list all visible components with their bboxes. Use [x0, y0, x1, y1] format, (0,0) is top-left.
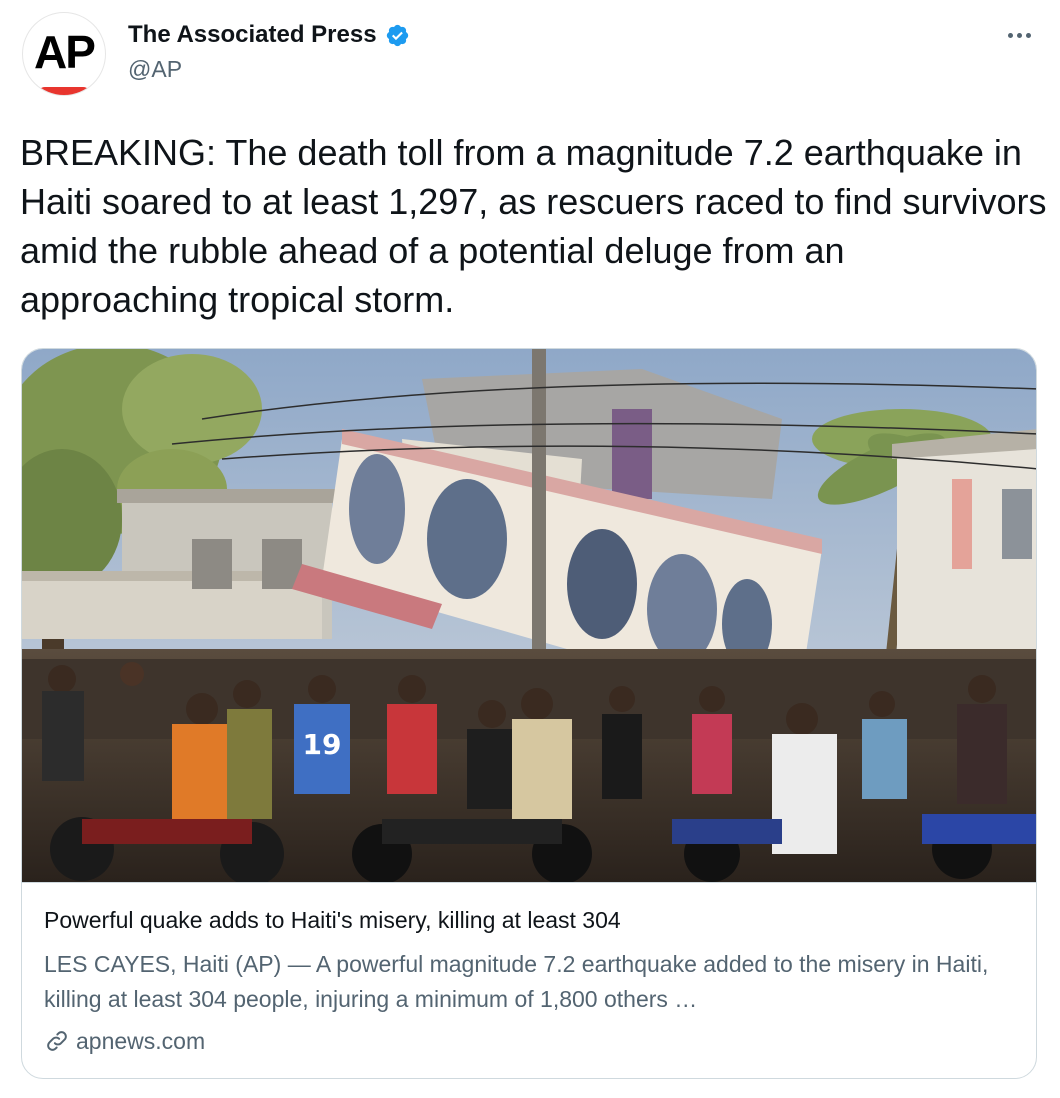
card-body[interactable]: Powerful quake adds to Haiti's misery, k…: [22, 882, 1036, 1078]
author-name-row: The Associated Press: [128, 20, 410, 50]
link-icon: [44, 1028, 70, 1054]
more-dot: [1007, 32, 1013, 38]
shirt-number: 19: [303, 728, 342, 761]
tweet: AP The Associated Press @AP BREAKING: Th…: [0, 0, 1060, 1098]
card-title: Powerful quake adds to Haiti's misery, k…: [44, 907, 621, 933]
author-avatar[interactable]: AP: [22, 12, 106, 96]
author-handle[interactable]: @AP: [128, 56, 182, 83]
ap-logo: AP: [34, 26, 96, 78]
link-card[interactable]: 19 Powerful quake adds to Haiti's misery…: [21, 348, 1037, 1079]
card-image[interactable]: 19: [22, 349, 1036, 882]
verified-badge-icon: [385, 23, 410, 48]
more-options-icon[interactable]: [1002, 20, 1036, 50]
card-description: LES CAYES, Haiti (AP) — A powerful magni…: [44, 951, 989, 1012]
author-display-name[interactable]: The Associated Press: [128, 21, 377, 49]
house-right: [892, 429, 1036, 674]
earthquake-photo: 19: [22, 349, 1036, 882]
ap-logo-bar: [37, 87, 91, 95]
tweet-text: BREAKING: The death toll from a magnitud…: [20, 132, 1047, 320]
card-domain: apnews.com: [44, 1025, 205, 1057]
more-dot: [1016, 32, 1022, 38]
more-dot: [1025, 32, 1031, 38]
card-domain-text: apnews.com: [76, 1027, 206, 1054]
